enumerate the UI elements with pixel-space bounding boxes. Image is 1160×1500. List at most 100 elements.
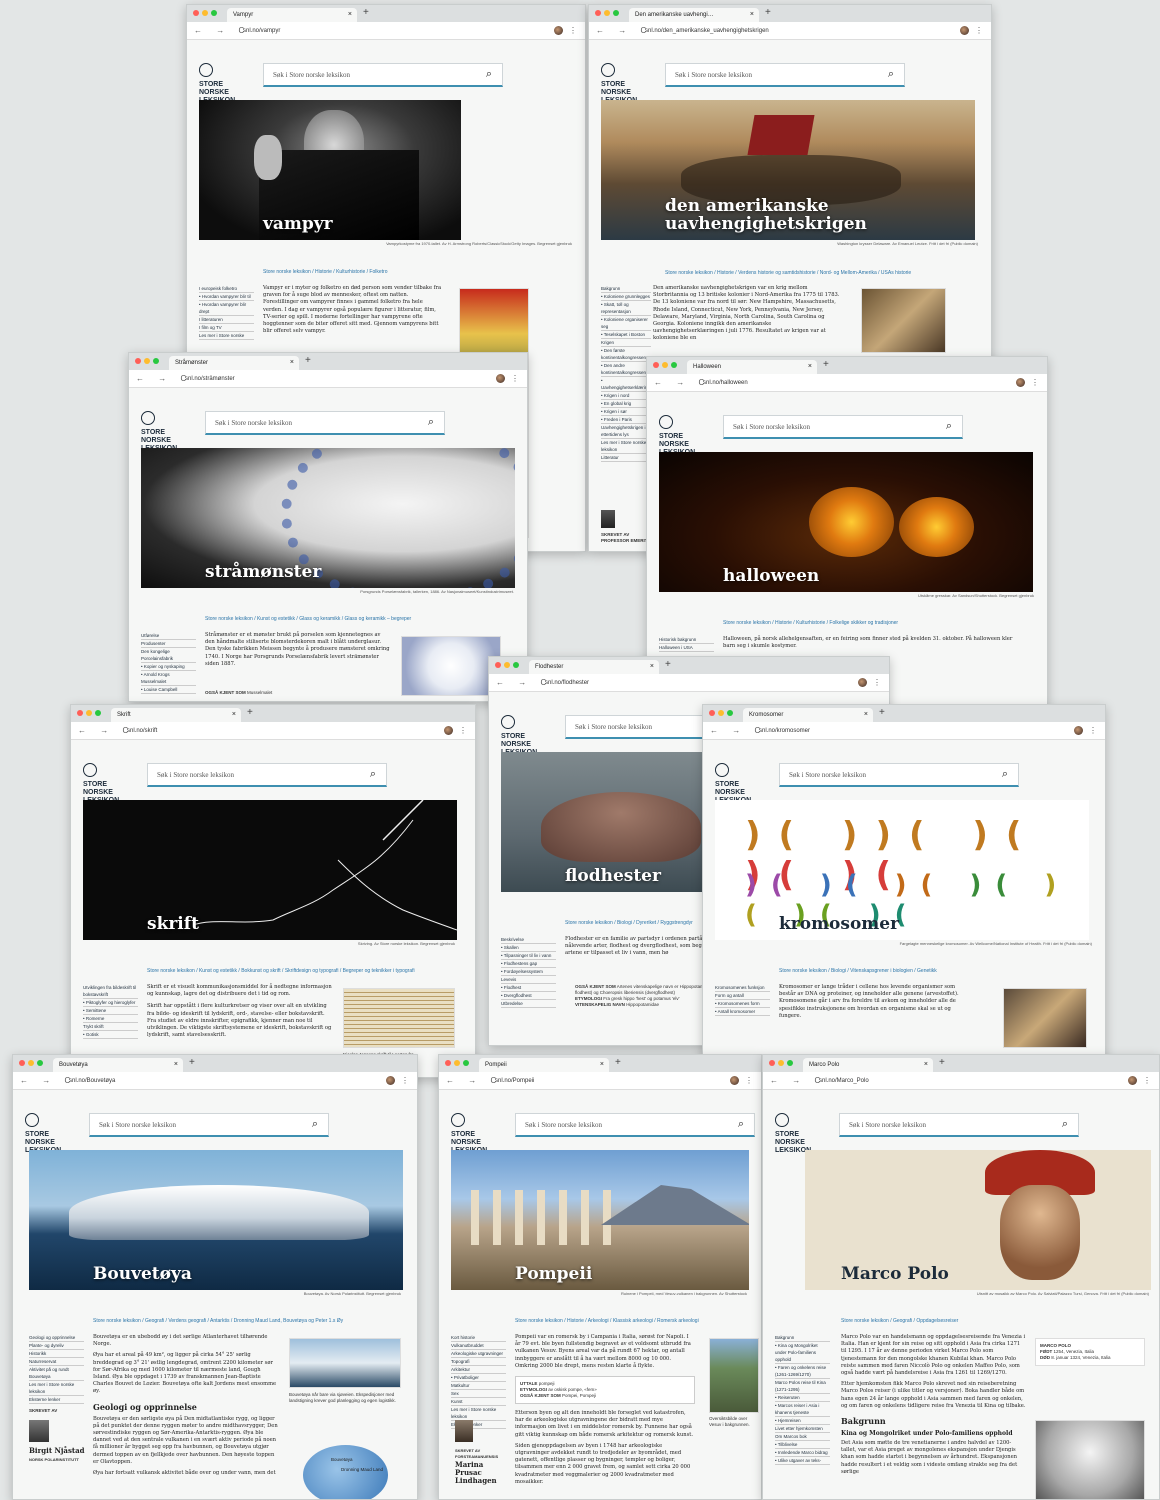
side-aerial-image[interactable] <box>709 1338 759 1413</box>
toc-item[interactable]: Les mer i Store norske leksikon <box>29 1381 84 1396</box>
new-tab-icon[interactable]: + <box>879 707 885 718</box>
breadcrumb[interactable]: Store norske leksikon / Kunst og estetik… <box>205 616 411 622</box>
toc-item[interactable]: Halloween i USA <box>659 644 714 652</box>
toc-item[interactable]: Utbredelse <box>501 1000 556 1008</box>
toc-item[interactable]: I litteraturen <box>199 316 254 324</box>
nav-buttons[interactable]: ← → C <box>770 1076 826 1085</box>
url-field[interactable]: snl.no/Bouvetøya <box>69 1078 115 1084</box>
search-input[interactable]: Søk i Store norske leksikon ⌕ <box>89 1113 329 1137</box>
toc-item[interactable]: • Tilpasninger til liv i vann <box>501 952 556 960</box>
toc-item[interactable]: Uavhengighetskrigen i ettertidens lys <box>601 424 651 439</box>
toc-item[interactable]: • Faren og onkelens reise (1261-1269/127… <box>775 1364 830 1379</box>
table-of-contents[interactable]: Historisk bakgrunn Halloween i USA <box>659 636 714 652</box>
side-manuscript-image[interactable] <box>343 988 455 1048</box>
profile-avatar[interactable] <box>386 1076 395 1085</box>
side-engraving-image[interactable] <box>1035 1420 1145 1499</box>
toc-item[interactable]: Beskrivelse <box>501 936 556 944</box>
window-controls[interactable] <box>595 10 619 16</box>
search-input[interactable]: Søk i Store norske leksikon ⌕ <box>839 1113 1079 1137</box>
toc-item[interactable]: Historisk bakgrunn <box>659 636 714 644</box>
nav-buttons[interactable]: ← → C <box>20 1076 76 1085</box>
toc-item[interactable]: Eksterne lenker <box>29 1396 84 1404</box>
toc-item[interactable]: Krigen <box>601 339 651 347</box>
url-field[interactable]: snl.no/Pompeii <box>495 1078 534 1084</box>
snl-logo[interactable]: STORENORSKELEKSIKON <box>601 63 637 105</box>
toc-item[interactable]: Den kongelige Porcelainsfabrik <box>141 648 196 663</box>
menu-kebab-icon[interactable]: ⋮ <box>745 1076 753 1085</box>
toc-item[interactable]: Matkultur <box>451 1382 506 1390</box>
toc-item[interactable]: • Krigen i sør <box>601 408 651 416</box>
toc-item[interactable]: Kunst <box>451 1398 506 1406</box>
search-icon[interactable]: ⌕ <box>370 768 376 781</box>
toc-item[interactable]: • Kina og Mongolriket under Polo-familie… <box>775 1342 830 1364</box>
close-tab-icon[interactable]: × <box>290 359 294 366</box>
nav-buttons[interactable]: ← → C <box>194 26 250 35</box>
profile-avatar[interactable] <box>730 1076 739 1085</box>
toc-item[interactable]: • Den første kontinentalkongressen <box>601 347 651 362</box>
close-tab-icon[interactable]: × <box>750 11 754 18</box>
toc-item[interactable]: • En global krig <box>601 400 651 408</box>
new-tab-icon[interactable]: + <box>939 1057 945 1068</box>
search-input[interactable]: Søk i Store norske leksikon ⌕ <box>665 63 905 87</box>
snl-logo[interactable]: STORENORSKELEKSIKON <box>659 415 695 457</box>
toc-item[interactable]: • Dvergflodhest <box>501 992 556 1000</box>
search-icon[interactable]: ⌕ <box>428 416 434 429</box>
new-tab-icon[interactable]: + <box>189 1057 195 1068</box>
toc-item[interactable]: Plante- og dyreliv <box>29 1342 84 1350</box>
toc-item[interactable]: • Reiseruten <box>775 1394 830 1402</box>
search-icon[interactable]: ⌕ <box>738 1118 744 1131</box>
toc-item[interactable]: • Hvordan vampyrer blir til <box>199 293 254 301</box>
toc-item[interactable]: • Fordøyelsessystem <box>501 968 556 976</box>
menu-kebab-icon[interactable]: ⋮ <box>1089 726 1097 735</box>
menu-kebab-icon[interactable]: ⋮ <box>401 1076 409 1085</box>
side-painting[interactable] <box>861 288 946 353</box>
tab-amerikanske[interactable]: Den amerikanske uavhengi… × <box>629 8 759 22</box>
author-name[interactable]: Marina Prusac Lindhagen <box>455 1461 505 1485</box>
tab-vampyr[interactable]: Vampyr × <box>227 8 357 22</box>
snl-logo[interactable]: STORENORSKELEKSIKON <box>83 763 119 805</box>
toc-item[interactable]: • Arnold Krogs Musselmalet <box>141 671 196 686</box>
breadcrumb[interactable]: Store norske leksikon / Historie / Kultu… <box>723 620 898 626</box>
profile-avatar[interactable] <box>554 26 563 35</box>
breadcrumb[interactable]: Store norske leksikon / Geografi / Verde… <box>93 1318 343 1324</box>
toc-item[interactable]: Trykt skrift <box>83 1023 138 1031</box>
menu-kebab-icon[interactable]: ⋮ <box>873 678 881 687</box>
window-controls[interactable] <box>495 662 519 668</box>
close-tab-icon[interactable]: × <box>864 711 868 718</box>
toc-item[interactable]: Les mer i Store norske <box>199 332 254 340</box>
toc-item[interactable]: • Freden i Paris <box>601 416 651 424</box>
menu-kebab-icon[interactable]: ⋮ <box>975 26 983 35</box>
toc-item[interactable]: • Den andre kontinentalkongressen <box>601 362 651 377</box>
url-field[interactable]: snl.no/strämønster <box>185 376 235 382</box>
toc-item[interactable]: I film og TV <box>199 324 254 332</box>
toc-item[interactable]: I europeisk folketro <box>199 285 254 293</box>
toc-item[interactable]: • Tilblivelse <box>775 1441 830 1449</box>
menu-kebab-icon[interactable]: ⋮ <box>511 374 519 383</box>
window-controls[interactable] <box>19 1060 43 1066</box>
toc-item[interactable]: Topografi <box>451 1358 506 1366</box>
toc-item[interactable]: Livet etter hjemkomsten <box>775 1425 830 1433</box>
toc-item[interactable]: • Marcos reiser i Asia i khanens tjenest… <box>775 1402 830 1417</box>
breadcrumb[interactable]: Store norske leksikon / Biologi / Dyreri… <box>565 920 693 926</box>
toc-item[interactable]: • Antall kromosomer <box>715 1008 770 1016</box>
menu-kebab-icon[interactable]: ⋮ <box>569 26 577 35</box>
new-tab-icon[interactable]: + <box>305 355 311 366</box>
new-tab-icon[interactable]: + <box>247 707 253 718</box>
table-of-contents[interactable]: Utviklingen fra bildeskrift til bokstavs… <box>83 984 138 1039</box>
url-field[interactable]: snl.no/halloween <box>703 380 748 386</box>
tab-kromosomer[interactable]: Kromosomer × <box>743 708 873 722</box>
window-controls[interactable] <box>77 710 101 716</box>
tab-pompeii[interactable]: Pompeii × <box>479 1058 609 1072</box>
toc-item[interactable]: Sex <box>451 1390 506 1398</box>
profile-avatar[interactable] <box>1016 378 1025 387</box>
search-icon[interactable]: ⌕ <box>486 68 492 81</box>
window-controls[interactable] <box>709 710 733 716</box>
search-input[interactable]: Søk i Store norske leksikon ⌕ <box>147 763 387 787</box>
toc-item[interactable]: Aktivitet på og rundt Bouvetøya <box>29 1366 84 1381</box>
toc-item[interactable]: • Flodhestens gap <box>501 960 556 968</box>
url-field[interactable]: snl.no/skrift <box>127 728 157 734</box>
toc-item[interactable]: • Ulike utgaver av teks- <box>775 1457 830 1465</box>
close-tab-icon[interactable]: × <box>924 1061 928 1068</box>
tab-bouvetoya[interactable]: Bouvetøya × <box>53 1058 183 1072</box>
globe-map[interactable]: Bouvetøya Dronning Maud Land <box>303 1445 388 1499</box>
